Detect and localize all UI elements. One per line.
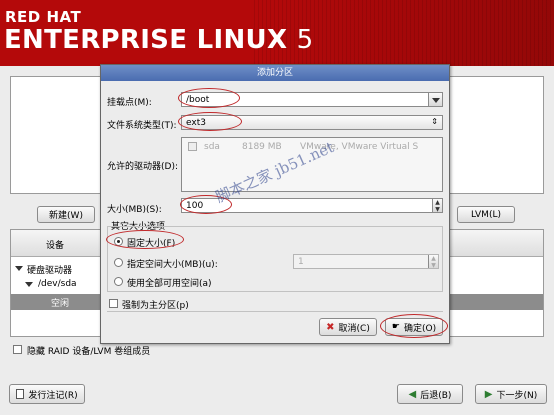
dialog-title: 添加分区 — [101, 65, 449, 81]
drive-name: sda — [204, 142, 220, 152]
release-notes-label: 发行注记(R) — [28, 390, 78, 401]
lvm-button-label: LVM(L) — [471, 209, 501, 220]
drive-size: 8189 MB — [242, 142, 282, 152]
tree-label: 空闲 — [51, 299, 70, 309]
fixed-size-label: 固定大小(F) — [127, 239, 176, 249]
force-primary-checkbox[interactable] — [109, 299, 118, 308]
mount-point-value: /boot — [186, 95, 210, 105]
brand-product: ENTERPRISE LINUX 5 — [4, 25, 314, 55]
select-updown-icon: ⇕ — [431, 117, 438, 126]
fill-max-radio[interactable] — [114, 277, 123, 286]
cancel-x-icon: ✖ — [326, 321, 335, 333]
ok-button[interactable]: ☛ 确定(O) — [385, 318, 443, 336]
cancel-button[interactable]: ✖ 取消(C) — [319, 318, 377, 336]
back-arrow-icon: ◀ — [408, 388, 417, 400]
brand-version: 5 — [296, 25, 314, 55]
hide-raid-checkbox[interactable] — [13, 345, 22, 354]
spin-arrows-icon[interactable]: ▲ ▼ — [432, 199, 442, 213]
chevron-down-icon[interactable] — [428, 93, 442, 106]
ok-hand-icon: ☛ — [391, 322, 400, 332]
fill-max-label: 使用全部可用空间(a) — [127, 279, 212, 289]
fixed-size-radio[interactable] — [114, 237, 123, 246]
dialog-separator — [107, 311, 443, 312]
new-button[interactable]: 新建(W) — [37, 206, 95, 223]
redhat-banner: RED HAT ENTERPRISE LINUX 5 — [0, 0, 554, 66]
force-primary-label: 强制为主分区(p) — [122, 301, 189, 311]
fs-type-value: ext3 — [186, 118, 206, 128]
drive-sda-checkbox[interactable] — [188, 142, 197, 151]
fill-to-value: 1 — [298, 257, 304, 267]
add-partition-dialog: 添加分区 挂载点(M): /boot 文件系统类型(T): ext3 ⇕ 允许的… — [100, 64, 450, 344]
release-notes-button[interactable]: 发行注记(R) — [9, 384, 85, 404]
ok-button-label: 确定(O) — [403, 323, 437, 334]
next-button[interactable]: ▶ 下一步(N) — [475, 384, 547, 404]
back-button-label: 后退(B) — [420, 390, 452, 401]
cancel-button-label: 取消(C) — [338, 323, 370, 334]
fs-type-select[interactable]: ext3 ⇕ — [181, 115, 443, 130]
next-arrow-icon: ▶ — [484, 388, 493, 400]
fs-type-label: 文件系统类型(T): — [107, 121, 177, 131]
size-label: 大小(MB)(S): — [107, 205, 162, 215]
hide-raid-label: 隐藏 RAID 设备/LVM 卷组成员 — [27, 347, 151, 357]
new-button-label: 新建(W) — [49, 211, 83, 221]
expander-open-icon[interactable] — [15, 266, 23, 271]
fill-to-radio[interactable] — [114, 258, 123, 267]
fill-to-spinbox[interactable]: 1 ▲ ▼ — [293, 254, 439, 269]
mount-point-label: 挂载点(M): — [107, 98, 152, 108]
device-column-header: 设备 — [46, 241, 65, 251]
allowed-drives-label: 允许的驱动器(D): — [107, 162, 178, 172]
fill-to-label: 指定空间大小(MB)(u): — [127, 260, 218, 270]
brand-product-name: ENTERPRISE LINUX — [4, 25, 288, 55]
next-button-label: 下一步(N) — [496, 390, 538, 401]
brand-redhat: RED HAT — [5, 8, 82, 26]
spin-arrows-icon: ▲ ▼ — [428, 255, 438, 269]
expander-open-icon[interactable] — [25, 282, 33, 287]
size-value: 100 — [186, 201, 204, 211]
lvm-button[interactable]: LVM(L) — [457, 206, 515, 223]
mount-point-combo[interactable]: /boot — [181, 92, 443, 107]
notes-icon — [16, 389, 25, 399]
tree-label: /dev/sda — [38, 279, 77, 289]
tree-label: 硬盘驱动器 — [27, 266, 73, 276]
back-button[interactable]: ◀ 后退(B) — [397, 384, 463, 404]
